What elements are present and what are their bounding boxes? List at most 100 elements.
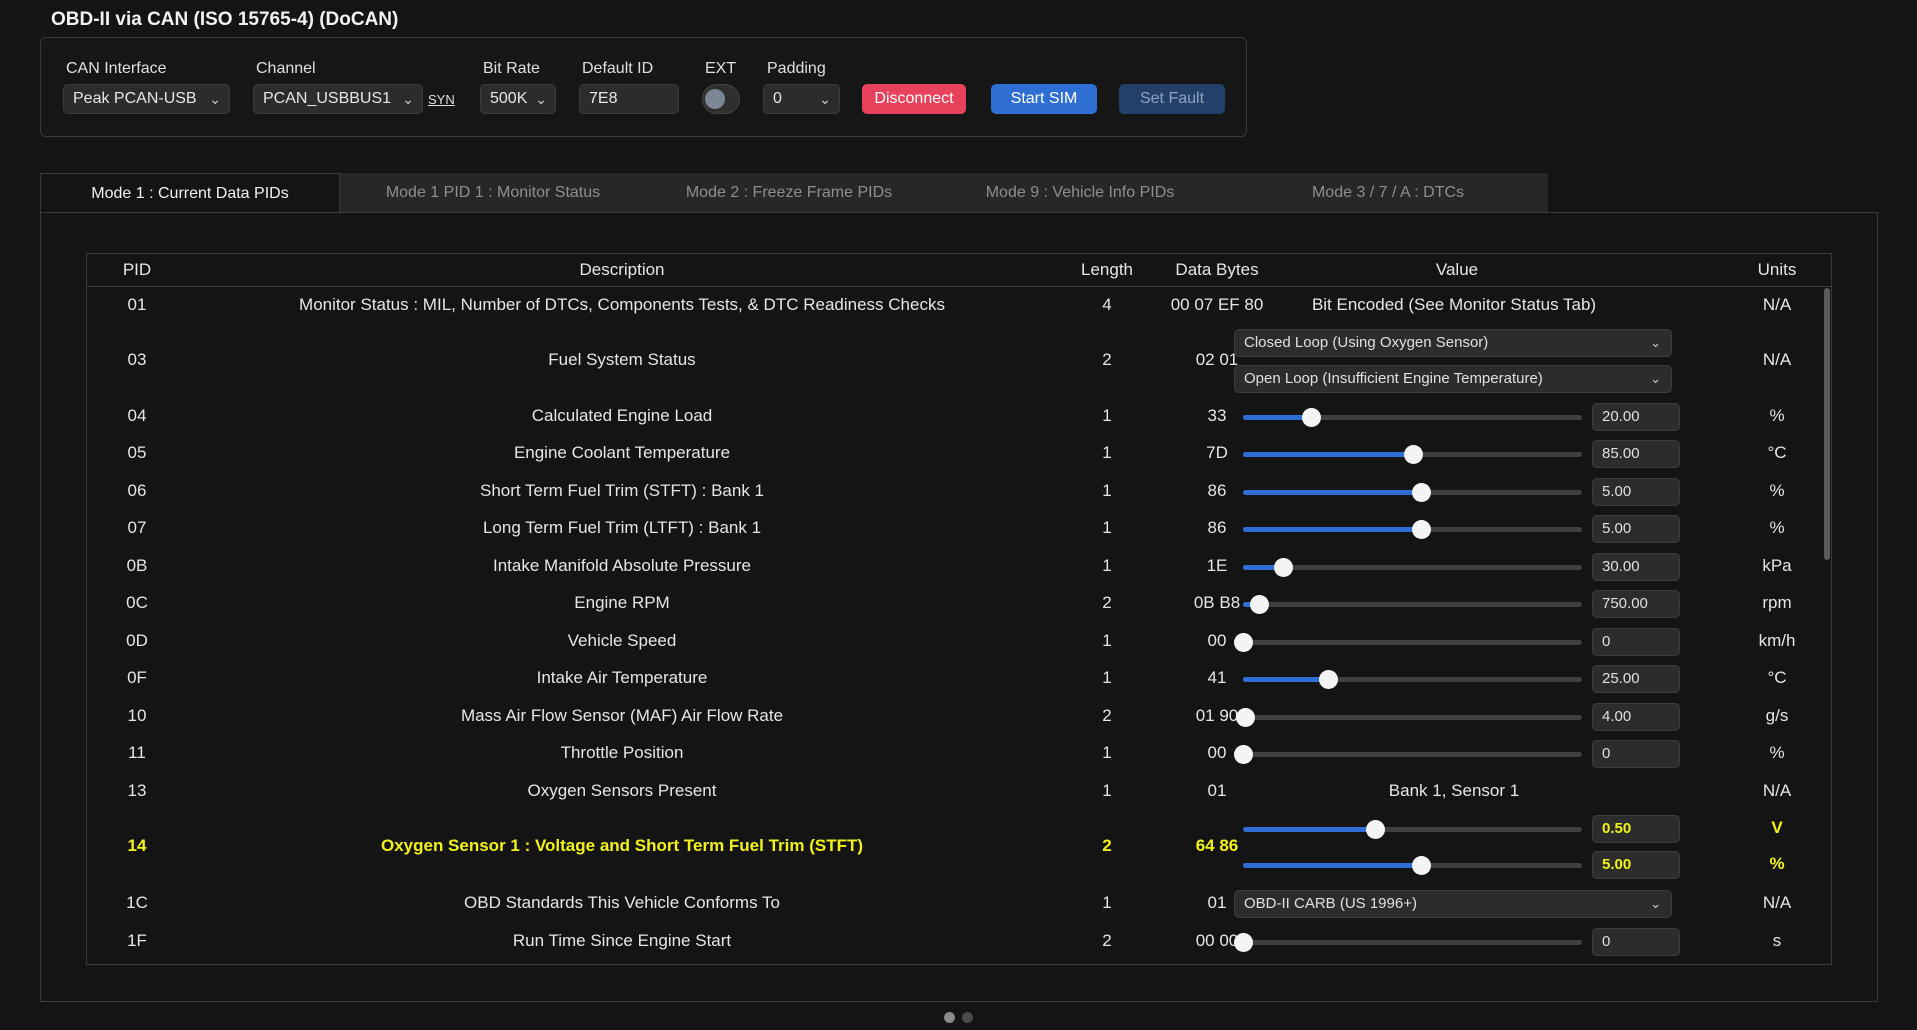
value-input[interactable]: 30.00 <box>1592 553 1680 581</box>
pid-cell: 07 <box>127 518 147 537</box>
length-cell: 1 <box>1102 893 1112 912</box>
tab-mode1-pid1-monitor-status[interactable]: Mode 1 PID 1 : Monitor Status <box>340 173 646 213</box>
length-cell: 1 <box>1102 481 1112 500</box>
value-slider[interactable] <box>1236 707 1582 727</box>
slider-thumb[interactable] <box>1234 633 1253 652</box>
value-input[interactable]: 0 <box>1592 928 1680 956</box>
description-cell: Short Term Fuel Trim (STFT) : Bank 1 <box>479 481 765 500</box>
value-input[interactable]: 85.00 <box>1592 440 1680 468</box>
connection-panel: CAN Interface Peak PCAN-USB ⌄ Channel PC… <box>40 37 1247 137</box>
value-slider[interactable] <box>1234 632 1582 652</box>
description-cell: Engine Coolant Temperature <box>513 443 731 462</box>
slider-thumb[interactable] <box>1366 820 1386 839</box>
header-description: Description <box>579 260 665 279</box>
units-cell: g/s <box>1765 706 1789 725</box>
length-cell: 2 <box>1102 931 1112 950</box>
set-fault-button[interactable]: Set Fault <box>1119 84 1225 114</box>
padding-label: Padding <box>767 60 826 77</box>
value-input[interactable]: 20.00 <box>1592 403 1680 431</box>
pid-cell: 04 <box>127 406 147 425</box>
value-slider[interactable] <box>1243 557 1582 577</box>
description-cell: Oxygen Sensors Present <box>527 781 717 800</box>
units-cell: N/A <box>1762 350 1792 369</box>
slider-thumb[interactable] <box>1274 558 1293 577</box>
fuel-system-2-dropdown[interactable]: Open Loop (Insufficient Engine Temperatu… <box>1234 365 1672 393</box>
scrollbar[interactable] <box>1824 288 1830 560</box>
pid-cell: 0F <box>127 668 147 687</box>
slider-thumb[interactable] <box>1403 445 1423 464</box>
value-text-cell: Bank 1, Sensor 1 <box>1388 781 1520 800</box>
units-cell: % <box>1769 481 1785 500</box>
value-input[interactable]: 5.00 <box>1592 515 1680 543</box>
value-slider[interactable] <box>1243 519 1582 539</box>
value-slider[interactable] <box>1243 444 1582 464</box>
description-cell: Mass Air Flow Sensor (MAF) Air Flow Rate <box>460 706 784 725</box>
fuel-system-1-dropdown[interactable]: Closed Loop (Using Oxygen Sensor) ⌄ <box>1234 329 1672 357</box>
obd-standard-dropdown[interactable]: OBD-II CARB (US 1996+) ⌄ <box>1234 890 1672 918</box>
slider-thumb[interactable] <box>1411 483 1431 502</box>
can-interface-dropdown[interactable]: Peak PCAN-USB ⌄ <box>63 84 230 114</box>
page-dot[interactable] <box>962 1012 973 1023</box>
ext-toggle[interactable] <box>702 84 740 114</box>
value-slider[interactable] <box>1234 932 1582 952</box>
description-cell: Intake Air Temperature <box>536 668 708 687</box>
pid-cell: 11 <box>128 743 146 762</box>
can-interface-value: Peak PCAN-USB <box>73 90 197 107</box>
value-slider[interactable] <box>1243 594 1582 614</box>
tab-mode2-freeze-frame[interactable]: Mode 2 : Freeze Frame PIDs <box>646 173 932 213</box>
value-input[interactable]: 5.00 <box>1592 478 1680 506</box>
length-cell: 4 <box>1102 295 1112 314</box>
disconnect-button[interactable]: Disconnect <box>862 84 966 114</box>
value-input[interactable]: 0 <box>1592 740 1680 768</box>
default-id-input[interactable]: 7E8 <box>579 84 679 114</box>
tab-mode3-7-a-dtcs[interactable]: Mode 3 / 7 / A : DTCs <box>1228 173 1548 213</box>
value-slider[interactable] <box>1243 819 1582 839</box>
value-input[interactable]: 25.00 <box>1592 665 1680 693</box>
padding-dropdown[interactable]: 0 ⌄ <box>763 84 840 114</box>
channel-dropdown[interactable]: PCAN_USBBUS1 ⌄ <box>253 84 423 114</box>
description-cell: Fuel System Status <box>548 350 696 369</box>
value-input[interactable]: 0 <box>1592 628 1680 656</box>
header-units: Units <box>1757 260 1797 279</box>
page-dot-active[interactable] <box>944 1012 955 1023</box>
length-cell: 1 <box>1102 556 1112 575</box>
slider-thumb[interactable] <box>1301 408 1321 427</box>
value-input[interactable]: 4.00 <box>1592 703 1680 731</box>
value-input[interactable]: 0.50 <box>1592 815 1680 843</box>
toggle-knob <box>705 89 725 109</box>
slider-thumb[interactable] <box>1411 520 1431 539</box>
description-cell: Vehicle Speed <box>567 631 677 650</box>
default-id-label: Default ID <box>582 60 654 77</box>
syn-link[interactable]: SYN <box>428 92 455 107</box>
pid-cell: 0C <box>126 593 148 612</box>
tab-mode9-vehicle-info[interactable]: Mode 9 : Vehicle Info PIDs <box>932 173 1228 213</box>
slider-track <box>1243 940 1582 945</box>
select-value: OBD-II CARB (US 1996+) <box>1244 895 1417 912</box>
start-sim-button[interactable]: Start SIM <box>991 84 1097 114</box>
header-value: Value <box>1435 260 1479 279</box>
value-slider[interactable] <box>1243 407 1582 427</box>
chevron-down-icon: ⌄ <box>209 91 221 107</box>
bitrate-dropdown[interactable]: 500K ⌄ <box>480 84 556 114</box>
length-cell: 1 <box>1102 631 1112 650</box>
length-cell: 1 <box>1102 668 1112 687</box>
value-input[interactable]: 750.00 <box>1592 590 1680 618</box>
slider-track <box>1243 752 1582 757</box>
slider-thumb[interactable] <box>1318 670 1338 689</box>
slider-thumb[interactable] <box>1249 595 1269 614</box>
value-slider[interactable] <box>1243 855 1582 875</box>
slider-thumb[interactable] <box>1236 708 1256 727</box>
value-slider[interactable] <box>1243 482 1582 502</box>
pid-cell: 06 <box>127 481 147 500</box>
value-slider[interactable] <box>1234 744 1582 764</box>
header-pid: PID <box>122 260 152 279</box>
value-slider[interactable] <box>1243 669 1582 689</box>
slider-thumb[interactable] <box>1234 745 1253 764</box>
description-cell: Monitor Status : MIL, Number of DTCs, Co… <box>299 295 945 314</box>
value-input[interactable]: 5.00 <box>1592 851 1680 879</box>
slider-thumb[interactable] <box>1411 856 1431 875</box>
slider-track <box>1243 640 1582 645</box>
pid-cell: 0D <box>126 631 148 650</box>
slider-thumb[interactable] <box>1234 933 1253 952</box>
tab-mode1-current-data[interactable]: Mode 1 : Current Data PIDs <box>40 173 340 214</box>
